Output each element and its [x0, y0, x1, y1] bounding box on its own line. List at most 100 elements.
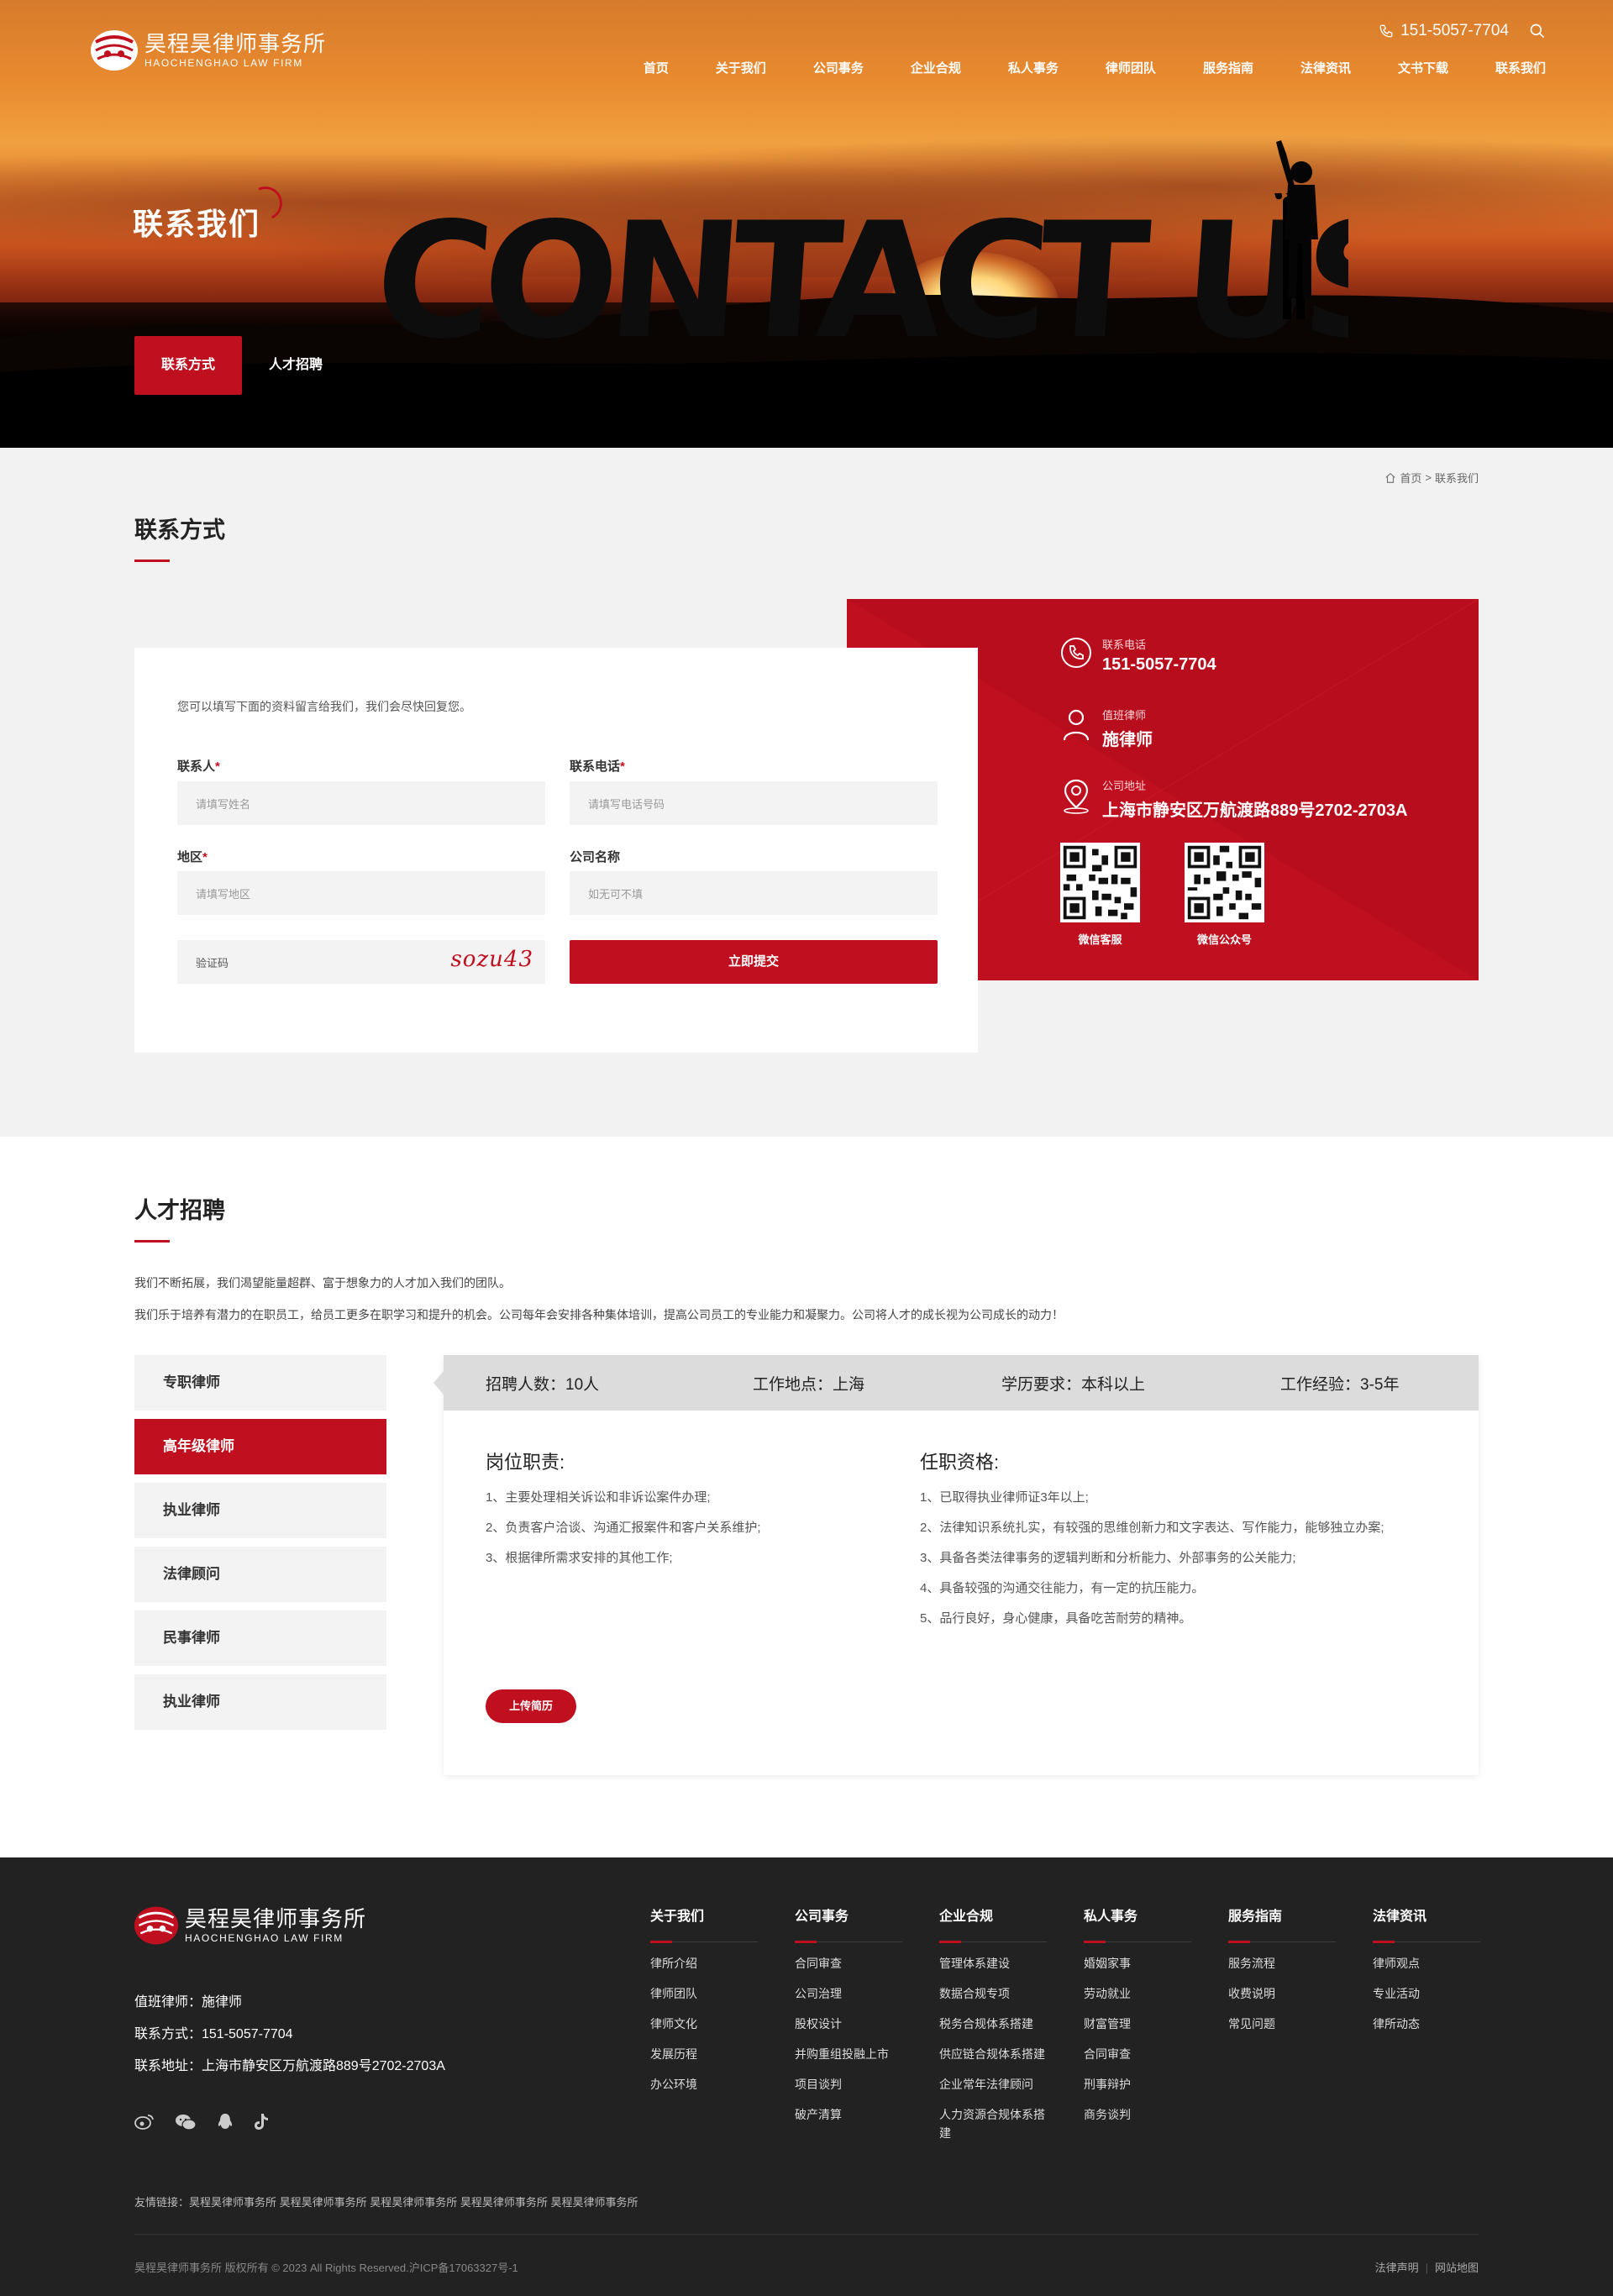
footer-link[interactable]: 公司治理: [795, 1984, 902, 2003]
duties-title: 岗位职责:: [486, 1452, 565, 1473]
footer-link[interactable]: 刑事辩护: [1084, 2075, 1191, 2094]
upload-resume-button[interactable]: 上传简历: [486, 1689, 576, 1723]
footer-link[interactable]: 收费说明: [1228, 1984, 1336, 2003]
job-education: 学历要求：本科以上: [1001, 1376, 1146, 1394]
footer-link[interactable]: 财富管理: [1084, 2015, 1191, 2033]
sitemap-link[interactable]: 网站地图: [1435, 2262, 1479, 2274]
footer-link[interactable]: 劳动就业: [1084, 1984, 1191, 2003]
tab-contact[interactable]: 联系方式: [134, 336, 243, 395]
footer-col-title[interactable]: 私人事务: [1084, 1905, 1191, 1925]
footer-link[interactable]: 律师团队: [650, 1984, 758, 2003]
nav-news[interactable]: 法律资讯: [1300, 59, 1351, 76]
footer-link[interactable]: 供应链合规体系搭建: [939, 2045, 1047, 2063]
nav-corporate[interactable]: 公司事务: [813, 59, 864, 76]
wechat-icon[interactable]: [175, 2113, 197, 2136]
requirement-item: 1、已取得执业律师证3年以上;: [920, 1490, 1089, 1505]
social-links: [134, 2113, 289, 2136]
weibo-icon[interactable]: [134, 2113, 155, 2136]
site-logo[interactable]: 昊程昊律师事务所 HAOCHENGHAO LAW FIRM: [89, 29, 326, 72]
logo-name-cn: 昊程昊律师事务所: [144, 32, 327, 57]
footer-link[interactable]: 服务流程: [1228, 1954, 1336, 1973]
person-icon: [1063, 709, 1090, 741]
tab-recruit[interactable]: 人才招聘: [242, 336, 349, 395]
footer-link[interactable]: 专业活动: [1373, 1984, 1480, 2003]
footer-link[interactable]: 企业常年法律顾问: [939, 2075, 1047, 2094]
info-phone-value[interactable]: 151-5057-7704: [1102, 655, 1216, 675]
copyright: 昊程昊律师事务所 版权所有 © 2023 All Rights Reserved…: [134, 2262, 518, 2274]
footer-logo[interactable]: 昊程昊律师事务所 HAOCHENGHAO LAW FIRM: [133, 1905, 366, 1947]
footer-link[interactable]: 商务谈判: [1084, 2105, 1191, 2124]
info-phone-label: 联系电话: [1102, 638, 1147, 651]
tiktok-icon[interactable]: [254, 2113, 269, 2136]
footer-col-divider: [795, 1941, 902, 1943]
footer-link[interactable]: 律师观点: [1373, 1954, 1480, 1973]
footer-link[interactable]: 律所动态: [1373, 2015, 1480, 2033]
footer-link[interactable]: 律师文化: [650, 2015, 758, 2033]
nav-contact[interactable]: 联系我们: [1495, 59, 1546, 76]
footer-col-title[interactable]: 服务指南: [1228, 1905, 1336, 1925]
footer-link[interactable]: 婚姻家事: [1084, 1954, 1191, 1973]
footer-link[interactable]: 股权设计: [795, 2015, 902, 2033]
nav-compliance[interactable]: 企业合规: [911, 59, 961, 76]
requirement-item: 2、法律知识系统扎实，有较强的思维创新力和文字表达、写作能力，能够独立办案;: [920, 1521, 1384, 1535]
phone-input[interactable]: 请填写电话号码: [570, 781, 938, 825]
footer-col-title[interactable]: 企业合规: [939, 1905, 1047, 1925]
search-icon[interactable]: [1529, 23, 1546, 39]
contact-title-bar: [134, 560, 170, 562]
captcha-image[interactable]: sozu43: [450, 947, 533, 972]
footer-col-title[interactable]: 法律资讯: [1373, 1905, 1480, 1925]
submit-button[interactable]: 立即提交: [570, 940, 938, 984]
breadcrumb-home[interactable]: 首页: [1400, 470, 1421, 486]
footer-link[interactable]: 数据合规专项: [939, 1984, 1047, 2003]
job-tab-counsel[interactable]: 法律顾问: [134, 1547, 386, 1602]
footer-col-title[interactable]: 关于我们: [650, 1905, 758, 1925]
logo-name-en: HAOCHENGHAO LAW FIRM: [144, 57, 303, 69]
friend-links[interactable]: 友情链接：昊程昊律师事务所 昊程昊律师事务所 昊程昊律师事务所 昊程昊律师事务所…: [134, 2194, 638, 2209]
region-input[interactable]: 请填写地区: [177, 871, 545, 915]
qq-icon[interactable]: [217, 2113, 234, 2136]
footer-link[interactable]: 破产清算: [795, 2105, 902, 2124]
job-tab-practicing-2[interactable]: 执业律师: [134, 1674, 386, 1730]
footer-link[interactable]: 合同审查: [795, 1954, 902, 1973]
footer-link[interactable]: 律所介绍: [650, 1954, 758, 1973]
footer-link[interactable]: 发展历程: [650, 2045, 758, 2063]
recruit-section: 人才招聘 我们不断拓展，我们渴望能量超群、富于想象力的人才加入我们的团队。 我们…: [0, 1137, 1613, 1857]
requirement-item: 4、具备较强的沟通交往能力，有一定的抗压能力。: [920, 1581, 1205, 1595]
footer-link[interactable]: 项目谈判: [795, 2075, 902, 2094]
svg-text:CONTACT US: CONTACT US: [382, 193, 1348, 361]
requirements-title: 任职资格:: [920, 1452, 1000, 1473]
footer-col-corporate: 公司事务 合同审查 公司治理 股权设计 并购重组投融上市 项目谈判 破产清算: [795, 1905, 902, 2124]
footer-legal-links: 法律声明 | 网站地图: [1375, 2259, 1479, 2275]
footer-col-private: 私人事务 婚姻家事 劳动就业 财富管理 合同审查 刑事辩护 商务谈判: [1084, 1905, 1191, 2124]
contact-title: 联系方式: [134, 518, 225, 543]
job-tab-full-time[interactable]: 专职律师: [134, 1355, 386, 1411]
nav-private[interactable]: 私人事务: [1008, 59, 1059, 76]
contact-us-graphic: CONTACT US: [382, 193, 1348, 361]
nav-team[interactable]: 律师团队: [1106, 59, 1156, 76]
nav-downloads[interactable]: 文书下载: [1398, 59, 1448, 76]
job-tab-civil[interactable]: 民事律师: [134, 1610, 386, 1666]
nav-about[interactable]: 关于我们: [716, 59, 766, 76]
nav-home[interactable]: 首页: [644, 59, 669, 76]
footer-col-divider: [939, 1941, 1047, 1943]
footer-link[interactable]: 常见问题: [1228, 2015, 1336, 2033]
footer-link[interactable]: 管理体系建设: [939, 1954, 1047, 1973]
footer-col-title[interactable]: 公司事务: [795, 1905, 902, 1925]
job-tab-practicing[interactable]: 执业律师: [134, 1483, 386, 1538]
job-experience: 工作经验：3-5年: [1280, 1376, 1400, 1394]
nav-guide[interactable]: 服务指南: [1203, 59, 1253, 76]
footer-link[interactable]: 办公环境: [650, 2075, 758, 2094]
footer-link[interactable]: 合同审查: [1084, 2045, 1191, 2063]
captcha-input[interactable]: 验证码 sozu43: [177, 940, 545, 984]
legal-statement-link[interactable]: 法律声明: [1375, 2262, 1419, 2274]
job-tab-senior[interactable]: 高年级律师: [134, 1419, 386, 1474]
footer-link[interactable]: 税务合规体系搭建: [939, 2015, 1047, 2033]
footer-link[interactable]: 并购重组投融上市: [795, 2045, 902, 2063]
name-input[interactable]: 请填写姓名: [177, 781, 545, 825]
company-input[interactable]: 如无可不填: [570, 871, 938, 915]
qr-code-official-account: [1185, 843, 1264, 922]
footer-link[interactable]: 人力资源合规体系搭建: [939, 2105, 1047, 2142]
qr-caption-service: 微信客服: [1078, 933, 1122, 946]
header-phone[interactable]: 151-5057-7704: [1400, 22, 1509, 40]
home-icon[interactable]: [1384, 472, 1396, 484]
